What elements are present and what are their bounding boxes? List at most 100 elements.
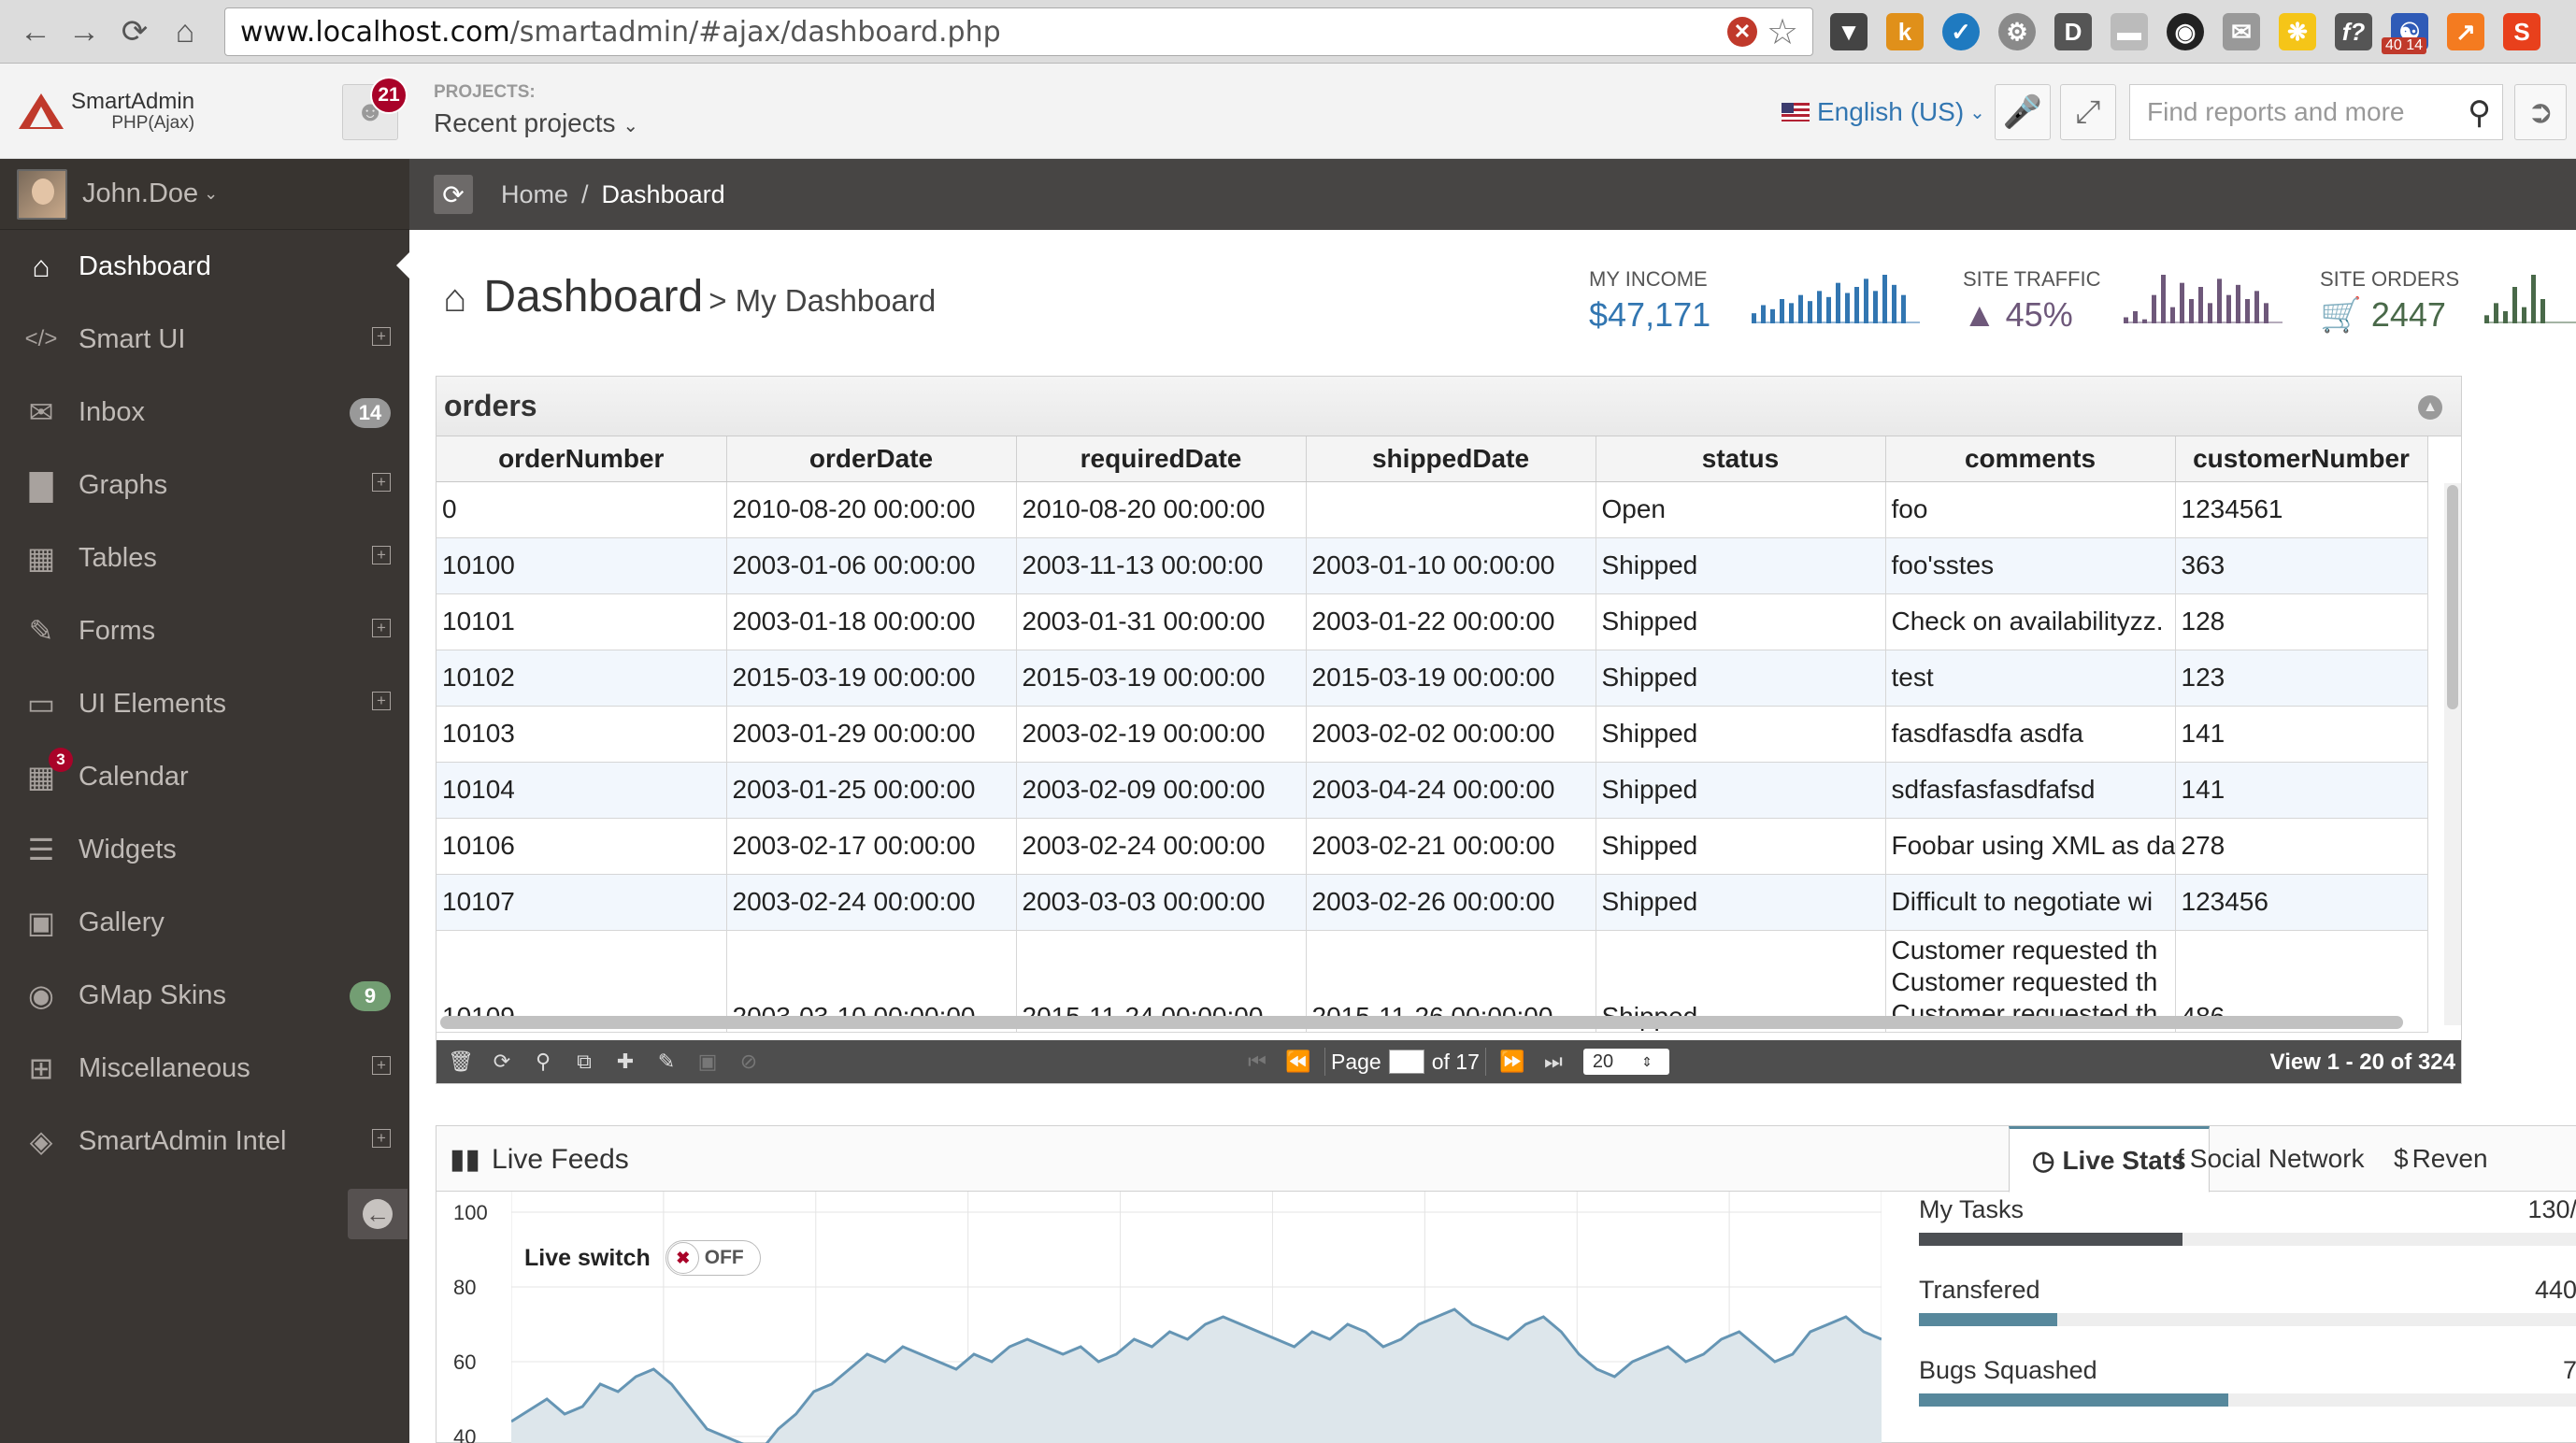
sidebar-item-widgets[interactable]: ☰ Widgets: [0, 813, 409, 886]
sidebar-item-gmap-skins[interactable]: ◉ GMap Skins 9: [0, 959, 409, 1032]
windows-icon: ⊞: [28, 1051, 54, 1085]
tab-social-network[interactable]: f Social Network: [2154, 1126, 2387, 1192]
plus-icon[interactable]: ✚: [605, 1050, 646, 1074]
stumble-extension-icon[interactable]: S: [2503, 13, 2540, 50]
sidebar-item-graphs[interactable]: ▇ Graphs +: [0, 449, 409, 521]
table-row[interactable]: 10106 2003-02-17 00:00:00 2003-02-24 00:00…: [436, 818, 2428, 875]
stat-orders: SITE ORDERS 🛒 2447: [2320, 267, 2459, 335]
rows-per-page-select[interactable]: 20 ⇕: [1582, 1049, 1669, 1075]
feather-extension-icon[interactable]: ✓: [1942, 13, 1980, 50]
collapse-icon[interactable]: ▲: [2418, 395, 2442, 420]
live-switch-toggle[interactable]: ✖ OFF: [665, 1240, 761, 1276]
logout-button[interactable]: ➲: [2514, 84, 2567, 140]
save-icon[interactable]: ▣: [687, 1050, 728, 1074]
table-cell-customerNumber: 141: [2175, 706, 2428, 763]
sidebar-item-calendar[interactable]: ▦ Calendar 3: [0, 740, 409, 813]
search-icon[interactable]: ⚲: [2468, 94, 2491, 132]
table-row[interactable]: 10101 2003-01-18 00:00:00 2003-01-31 00:00…: [436, 593, 2428, 650]
expand-plus-icon[interactable]: +: [372, 546, 391, 564]
sidebar-item-inbox[interactable]: ✉ Inbox 14: [0, 376, 409, 449]
fquery-extension-icon[interactable]: f?: [2335, 13, 2372, 50]
bookmark-star-icon[interactable]: ☆: [1767, 11, 1798, 53]
sparkline-bar: [1864, 279, 1868, 323]
refresh-button[interactable]: ⟳: [434, 175, 473, 214]
tab-revenue[interactable]: $ Reven: [2371, 1126, 2511, 1192]
mail-extension-icon[interactable]: ✉: [2223, 13, 2260, 50]
logo[interactable]: SmartAdmin PHP(Ajax): [19, 90, 194, 133]
k-extension-icon[interactable]: k: [1886, 13, 1924, 50]
sidebar-item-smart-ui[interactable]: </> Smart UI +: [0, 303, 409, 376]
column-header-status[interactable]: status: [1596, 436, 1886, 482]
search-input[interactable]: [2130, 97, 2439, 127]
progress-track: [1919, 1393, 2576, 1407]
column-header-shippedDate[interactable]: shippedDate: [1306, 436, 1596, 482]
sparkline-bar: [2245, 299, 2250, 323]
back-arrow-icon[interactable]: ←: [15, 11, 56, 52]
sidebar-item-label: Calendar: [79, 761, 189, 792]
pocket-extension-icon[interactable]: ▼: [1830, 13, 1868, 50]
refresh-icon[interactable]: ⟳: [481, 1050, 522, 1074]
browser-home-icon[interactable]: ⌂: [165, 11, 206, 52]
column-header-orderNumber[interactable]: orderNumber: [436, 436, 727, 482]
page-label: Page: [1331, 1049, 1381, 1074]
last-page-icon[interactable]: ⏭: [1533, 1050, 1574, 1074]
column-header-orderDate[interactable]: orderDate: [726, 436, 1017, 482]
next-page-icon[interactable]: ⏩: [1492, 1050, 1533, 1074]
breadcrumb-home[interactable]: Home: [501, 180, 568, 209]
sidebar-item-forms[interactable]: ✎ Forms +: [0, 594, 409, 667]
expand-plus-icon[interactable]: +: [372, 1056, 391, 1075]
page-number-input[interactable]: [1388, 1050, 1424, 1074]
trend-extension-icon[interactable]: ↗: [2447, 13, 2484, 50]
table-row[interactable]: 0 2010-08-20 00:00:00 2010-08-20 00:00:00 O…: [436, 481, 2428, 538]
expand-plus-icon[interactable]: +: [372, 1129, 391, 1148]
table-row[interactable]: 10107 2003-02-24 00:00:00 2003-03-03 00:00…: [436, 874, 2428, 931]
column-header-customerNumber[interactable]: customerNumber: [2175, 436, 2428, 482]
vertical-scrollbar[interactable]: [2444, 483, 2461, 1025]
chip-extension-icon[interactable]: ▬: [2111, 13, 2148, 50]
y-tick-label: 40: [453, 1425, 477, 1443]
expand-plus-icon[interactable]: +: [372, 619, 391, 637]
sidebar-item-miscellaneous[interactable]: ⊞ Miscellaneous +: [0, 1032, 409, 1105]
sun-extension-icon[interactable]: ❋: [2279, 13, 2316, 50]
forward-arrow-icon[interactable]: →: [64, 11, 105, 52]
first-page-icon[interactable]: ⏮: [1237, 1050, 1278, 1074]
cube-icon: ◈: [29, 1124, 53, 1158]
address-bar[interactable]: www.localhost.com/smartadmin/#ajax/dashb…: [224, 7, 1813, 56]
sidebar-item-gallery[interactable]: ▣ Gallery: [0, 886, 409, 959]
language-label: English (US): [1817, 97, 1965, 126]
expand-plus-icon[interactable]: +: [372, 473, 391, 492]
cancel-icon[interactable]: ⊘: [728, 1050, 769, 1074]
expand-plus-icon[interactable]: +: [372, 692, 391, 710]
projects-dropdown[interactable]: Recent projects ⌄: [434, 108, 638, 138]
sidebar-item-dashboard[interactable]: ⌂ Dashboard: [0, 230, 409, 303]
horizontal-scrollbar[interactable]: [440, 1016, 2403, 1029]
sidebar-item-smartadmin-intel[interactable]: ◈ SmartAdmin Intel +: [0, 1105, 409, 1178]
shield-extension-icon[interactable]: D: [2054, 13, 2092, 50]
reload-icon[interactable]: ⟳: [114, 11, 155, 52]
table-row[interactable]: 10103 2003-01-29 00:00:00 2003-02-19 00:00…: [436, 706, 2428, 763]
sparkline-bar: [2503, 311, 2508, 323]
progress-fill: [1919, 1313, 2057, 1326]
prev-page-icon[interactable]: ⏪: [1278, 1050, 1319, 1074]
minify-sidebar-button[interactable]: ←: [348, 1189, 408, 1239]
trash-icon[interactable]: 🗑: [440, 1050, 481, 1074]
column-header-comments[interactable]: comments: [1885, 436, 2176, 482]
voice-command-button[interactable]: 🎤: [1995, 84, 2051, 140]
language-dropdown[interactable]: English (US) ⌄: [1782, 97, 1985, 127]
gear-extension-icon[interactable]: ⚙: [1998, 13, 2036, 50]
search-icon[interactable]: ⚲: [522, 1050, 564, 1074]
table-row[interactable]: 10104 2003-01-25 00:00:00 2003-02-09 00:00…: [436, 762, 2428, 819]
stop-icon[interactable]: ✕: [1727, 17, 1757, 47]
column-header-requiredDate[interactable]: requiredDate: [1016, 436, 1307, 482]
copy-icon[interactable]: ⧉: [564, 1050, 605, 1074]
sidebar-item-ui-elements[interactable]: ▭ UI Elements +: [0, 667, 409, 740]
user-menu[interactable]: John.Doe ⌄: [0, 159, 409, 230]
pencil-icon[interactable]: ✎: [646, 1050, 687, 1074]
expand-plus-icon[interactable]: +: [372, 327, 391, 346]
sidebar-item-tables[interactable]: ▦ Tables +: [0, 521, 409, 594]
chrome-extension-icon[interactable]: ◉: [2167, 13, 2204, 50]
table-row[interactable]: 10100 2003-01-06 00:00:00 2003-11-13 00:00…: [436, 537, 2428, 594]
bar-chart-icon: ▇: [29, 468, 53, 502]
table-row[interactable]: 10102 2015-03-19 00:00:00 2015-03-19 00:00…: [436, 650, 2428, 707]
fullscreen-button[interactable]: ⤢: [2060, 84, 2116, 140]
